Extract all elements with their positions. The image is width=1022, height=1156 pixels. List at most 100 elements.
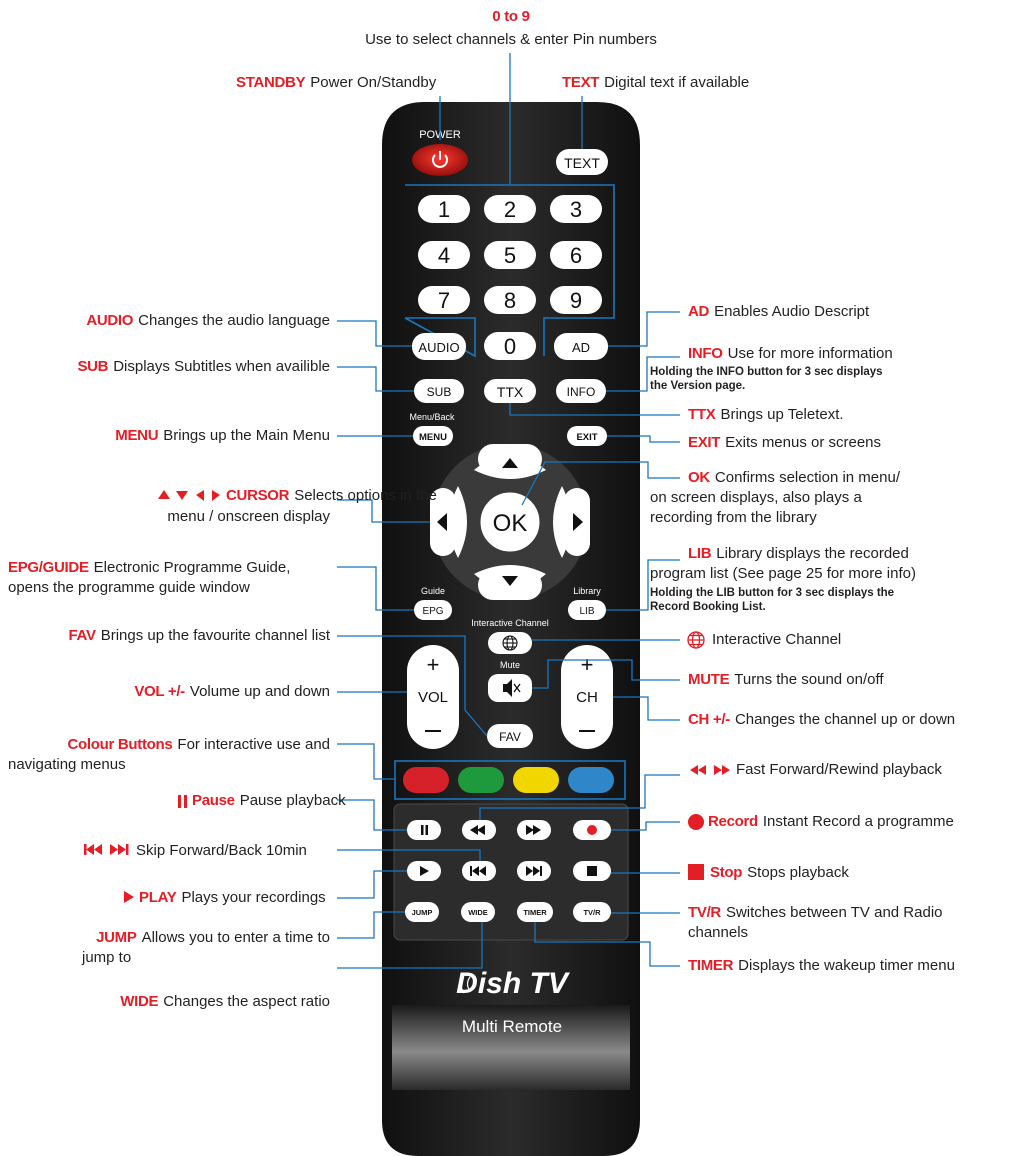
mute-caption: Mute	[500, 660, 520, 670]
mute-callout: MUTE Turns the sound on/off	[688, 671, 884, 689]
digit-6-label: 6	[570, 243, 582, 268]
interactive-callout: Interactive Channel	[712, 631, 841, 649]
ch-desc: Changes the channel up or down	[734, 711, 956, 728]
digits-callout: 0 to 9	[0, 8, 1022, 26]
timer-callout: TIMER Displays the wakeup timer menu	[688, 957, 955, 975]
menu-desc: Brings up the Main Menu	[163, 427, 330, 444]
fav-button-label: FAV	[499, 730, 521, 744]
digits-desc: Use to select channels & enter Pin numbe…	[365, 31, 657, 48]
digit-2-label: 2	[504, 197, 516, 222]
ttx-key: TTX	[688, 406, 716, 423]
mute-desc: Turns the sound on/off	[734, 671, 884, 688]
pause-button[interactable]	[407, 820, 441, 840]
record-desc: Instant Record a programme	[762, 813, 954, 830]
info-note1: Holding the INFO button for 3 sec displa…	[650, 366, 883, 378]
lib-note1: Holding the LIB button for 3 sec display…	[650, 587, 895, 599]
tvr-key: TV/R	[688, 904, 721, 921]
digits-key: 0 to 9	[492, 8, 530, 25]
vol-label: VOL	[418, 689, 448, 706]
ch-label: CH	[576, 689, 598, 706]
digit-1-label: 1	[438, 197, 450, 222]
info-callout: INFO Use for more information	[688, 345, 893, 363]
lib-callout: LIB Library displays the recorded	[688, 545, 909, 563]
standby-desc: Power On/Standby	[310, 74, 437, 91]
mute-key: MUTE	[688, 671, 730, 688]
ok-callout: OK Confirms selection in menu/	[688, 469, 900, 487]
ad-button-label: AD	[572, 340, 590, 355]
ffrw-desc: Fast Forward/Rewind playback	[736, 761, 942, 778]
tvr-desc1: Switches between TV and Radio	[725, 904, 943, 921]
lib-callout-line2: program list (See page 25 for more info)	[650, 565, 916, 583]
ch-up-icon: +	[581, 652, 594, 677]
guide-caption: Guide	[421, 586, 445, 596]
sub-callout: SUB Displays Subtitles when availible	[0, 358, 330, 376]
wide-callout: WIDE Changes the aspect ratio	[0, 993, 330, 1011]
epg-key: EPG/GUIDE	[8, 559, 89, 576]
green-button[interactable]	[458, 767, 504, 793]
info-key: INFO	[688, 345, 723, 362]
ch-key: CH +/-	[688, 711, 730, 728]
record-icon	[587, 825, 597, 835]
fav-desc: Brings up the favourite channel list	[100, 627, 330, 644]
cursor-arrows-icon	[158, 490, 220, 501]
cursor-desc1: Selects options in the	[294, 487, 437, 504]
ad-key: AD	[688, 303, 710, 320]
jump-button-label: JUMP	[412, 908, 433, 917]
info-note2: the Version page.	[650, 380, 746, 392]
audio-desc: Changes the audio language	[138, 312, 330, 329]
info-button-label: INFO	[567, 385, 596, 399]
epg-callout-line2: opens the programme guide window	[8, 579, 250, 597]
remote-diagram: POWER TEXT 1 2 3 4 5 6 7 8 9 0 AUDIO AD	[0, 0, 1022, 1156]
ok-desc3: recording from the library	[650, 509, 817, 526]
cursor-callout-line2: menu / onscreen display	[0, 508, 330, 526]
jump-callout: JUMP Allows you to enter a time to	[0, 929, 330, 947]
ttx-button-label: TTX	[497, 384, 524, 400]
pause-key: Pause	[192, 792, 235, 809]
colour-callout: Colour Buttons For interactive use and	[0, 736, 330, 754]
stop-callout-icon	[688, 864, 704, 880]
sub-button-label: SUB	[427, 385, 452, 399]
interactive-desc: Interactive Channel	[712, 631, 842, 648]
digit-5-label: 5	[504, 243, 516, 268]
text-button-label: TEXT	[564, 155, 600, 171]
ok-callout-line2: on screen displays, also plays a	[650, 489, 862, 507]
record-key: Record	[708, 813, 758, 830]
jump-callout-line2: jump to	[82, 949, 131, 967]
model-label: Multi Remote	[462, 1017, 562, 1036]
ok-key: OK	[688, 469, 710, 486]
brand-logo: Dish TV	[456, 967, 571, 1000]
blue-button[interactable]	[568, 767, 614, 793]
vol-desc: Volume up and down	[189, 683, 330, 700]
globe-callout-icon	[687, 631, 705, 649]
skip-callout: Skip Forward/Back 10min	[136, 842, 307, 860]
ad-callout: AD Enables Audio Descript	[688, 303, 869, 321]
stop-icon	[587, 866, 597, 876]
tvr-callout: TV/R Switches between TV and Radio	[688, 904, 943, 922]
lib-desc2: program list (See page 25 for more info)	[650, 565, 916, 582]
fav-callout: FAV Brings up the favourite channel list	[0, 627, 330, 645]
text-callout: TEXT Digital text if available	[562, 74, 749, 92]
ad-desc: Enables Audio Descript	[714, 303, 870, 320]
sub-key: SUB	[77, 358, 109, 375]
pause-callout-icon	[178, 795, 187, 808]
play-callout-icon	[124, 891, 134, 903]
digit-4-label: 4	[438, 243, 450, 268]
record-callout: Record Instant Record a programme	[708, 813, 954, 831]
record-callout-icon	[688, 814, 704, 830]
timer-key: TIMER	[688, 957, 734, 974]
epg-desc1: Electronic Programme Guide,	[93, 559, 291, 576]
colour-callout-line2: navigating menus	[8, 756, 126, 774]
red-button[interactable]	[403, 767, 449, 793]
ok-button-label: OK	[493, 510, 528, 537]
ok-desc2: on screen displays, also plays a	[650, 489, 862, 506]
yellow-button[interactable]	[513, 767, 559, 793]
ch-callout: CH +/- Changes the channel up or down	[688, 711, 955, 729]
jump-desc1: Allows you to enter a time to	[141, 929, 330, 946]
play-key: PLAY	[139, 889, 177, 906]
library-caption: Library	[573, 586, 601, 596]
vol-up-icon: +	[427, 652, 440, 677]
ok-desc1: Confirms selection in menu/	[714, 469, 900, 486]
wide-button-label: WIDE	[468, 908, 488, 917]
lib-note: Holding the LIB button for 3 sec display…	[650, 586, 894, 600]
text-key: TEXT	[562, 74, 600, 91]
